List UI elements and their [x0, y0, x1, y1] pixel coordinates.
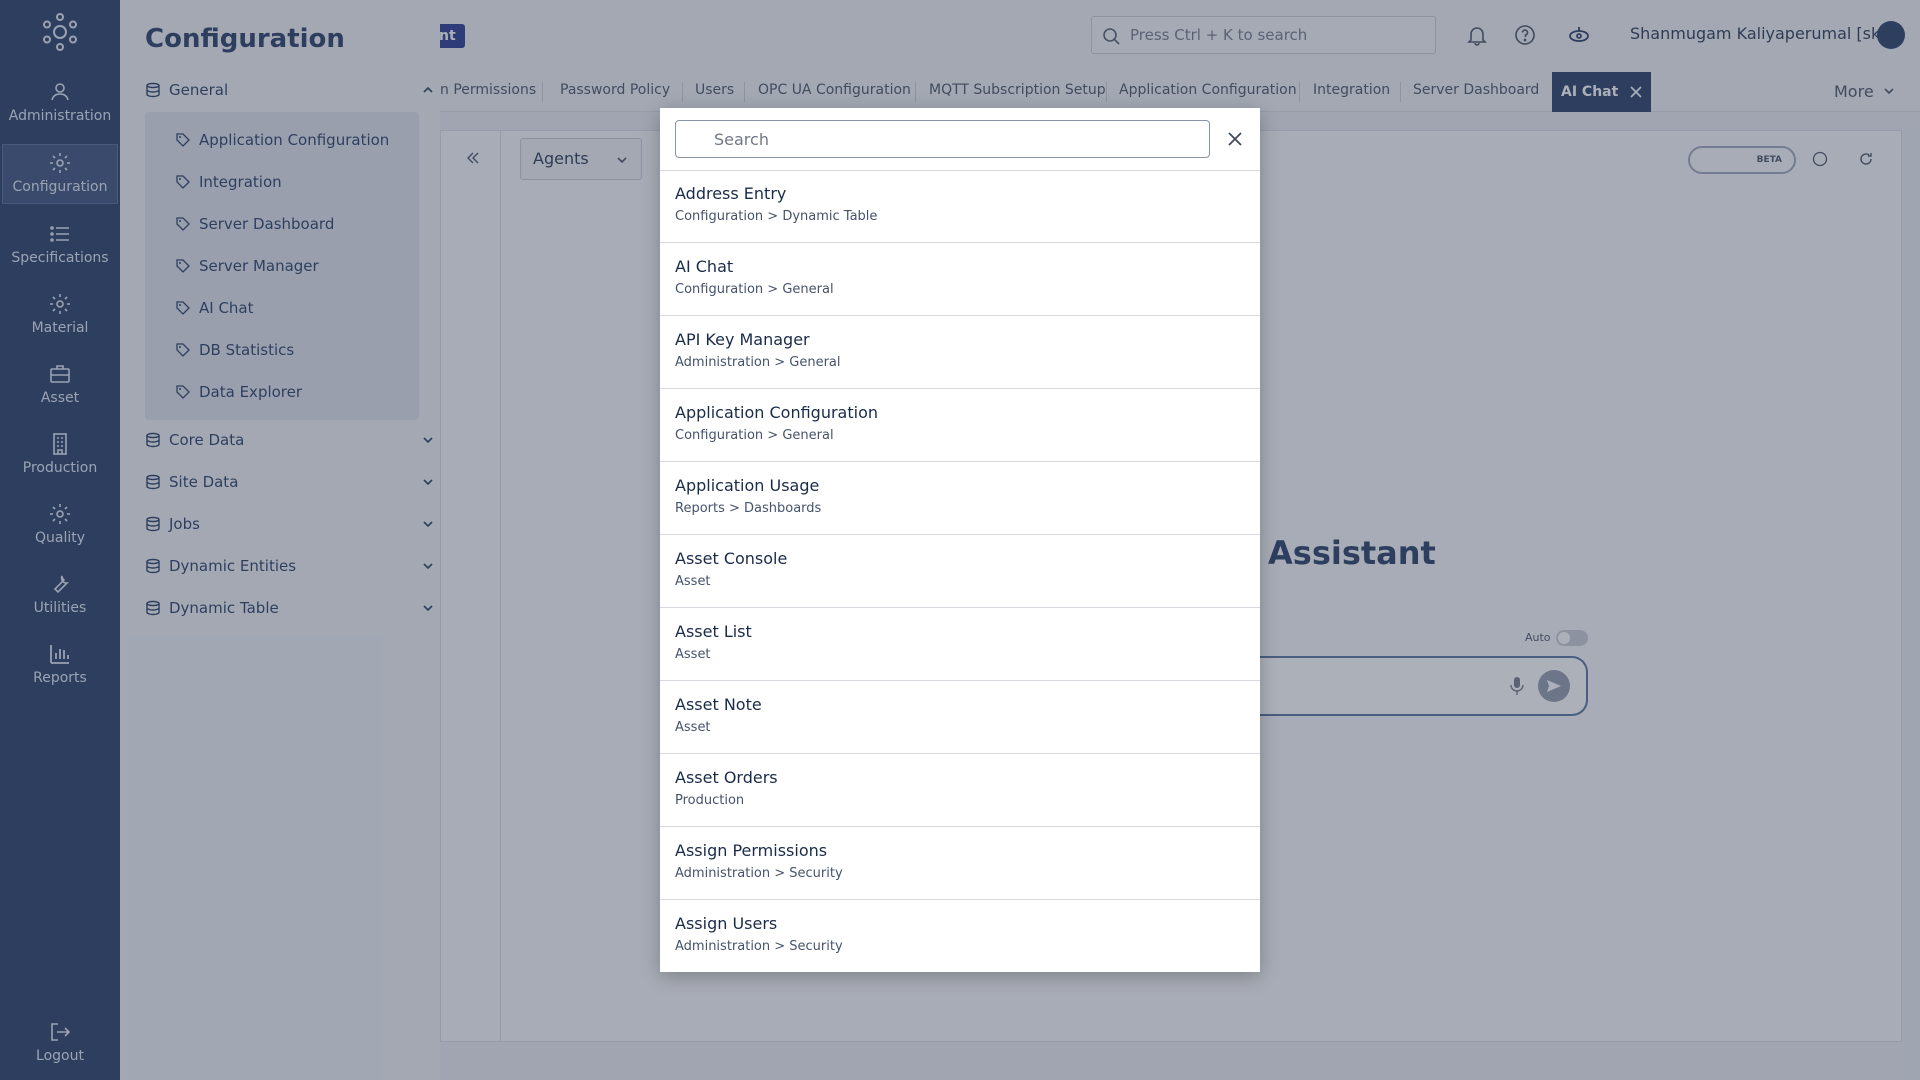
result-title: Asset Console — [675, 549, 788, 568]
search-result[interactable]: Asset List Asset — [660, 608, 1260, 681]
search-result[interactable]: Application Usage Reports > Dashboards — [660, 462, 1260, 535]
result-title: Assign Users — [675, 914, 778, 933]
result-title: Application Configuration — [675, 403, 878, 422]
result-title: AI Chat — [675, 257, 734, 276]
search-input[interactable] — [675, 120, 1210, 158]
search-dialog: Address Entry Configuration > Dynamic Tab… — [660, 108, 1260, 972]
search-result[interactable]: AI Chat Configuration > General — [660, 243, 1260, 316]
result-title: Address Entry — [675, 184, 787, 203]
result-path: Asset — [675, 720, 711, 735]
search-result[interactable]: Application Configuration Configuration >… — [660, 389, 1260, 462]
result-path: Configuration > Dynamic Table — [675, 209, 878, 224]
search-result[interactable]: API Key Manager Administration > General — [660, 316, 1260, 389]
result-title: Asset Orders — [675, 768, 778, 787]
search-results: Address Entry Configuration > Dynamic Tab… — [660, 170, 1260, 972]
result-path: Administration > Security — [675, 939, 843, 954]
result-path: Reports > Dashboards — [675, 501, 822, 516]
search-result[interactable]: Address Entry Configuration > Dynamic Tab… — [660, 170, 1260, 243]
search-result[interactable]: Assign Permissions Administration > Secur… — [660, 827, 1260, 900]
result-path: Administration > General — [675, 355, 841, 370]
result-title: API Key Manager — [675, 330, 810, 349]
search-result[interactable]: Asset Orders Production — [660, 754, 1260, 827]
result-path: Administration > Security — [675, 866, 843, 881]
result-title: Assign Permissions — [675, 841, 828, 860]
result-title: Application Usage — [675, 476, 820, 495]
result-title: Asset List — [675, 622, 752, 641]
result-path: Production — [675, 793, 745, 808]
search-result[interactable]: Asset Note Asset — [660, 681, 1260, 754]
search-result[interactable]: Asset Console Asset — [660, 535, 1260, 608]
result-path: Asset — [675, 574, 711, 589]
result-path: Asset — [675, 647, 711, 662]
result-path: Configuration > General — [675, 282, 834, 297]
result-path: Configuration > General — [675, 428, 834, 443]
close-icon[interactable] — [1224, 128, 1246, 150]
search-result[interactable]: Assign Users Administration > Security — [660, 900, 1260, 972]
result-title: Asset Note — [675, 695, 762, 714]
